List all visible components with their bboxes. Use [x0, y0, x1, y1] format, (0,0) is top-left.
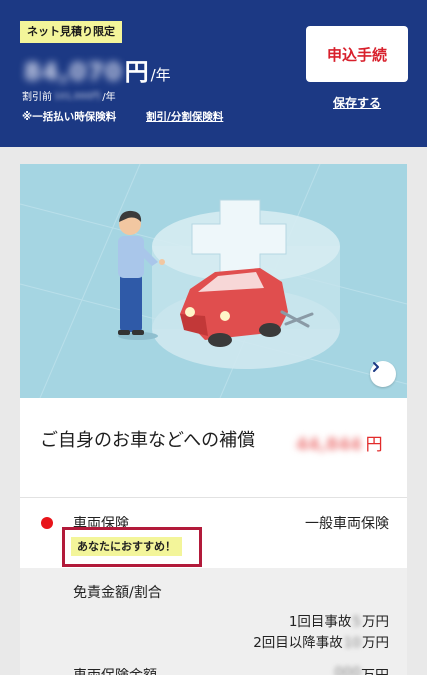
deductible-first-accident: 1回目事故 5 万円 — [289, 610, 389, 630]
apply-button[interactable]: 申込手続 — [306, 26, 408, 82]
coverage-title: ご自身のお車などへの補償 — [40, 430, 256, 451]
insured-amount-label: 車両保険金額 — [73, 665, 157, 675]
recommend-tag: あなたにおすすめ！ — [71, 537, 182, 556]
price-unit: 円 — [124, 58, 149, 86]
split-premium-link[interactable]: 割引/分割保険料 — [146, 109, 223, 124]
pre-discount-price: 割引前 101,000円 /年 — [22, 88, 116, 103]
divider — [20, 497, 407, 498]
price-value-masked: 84,070 — [24, 58, 123, 86]
payment-note: ※一括払い時保険料 — [22, 111, 117, 123]
later-accident-suffix: 万円 — [362, 635, 389, 651]
header-bar: ネット見積り限定 84,070 円 /年 割引前 101,000円 /年 ※一括… — [0, 0, 427, 147]
carousel-next-button[interactable] — [370, 361, 396, 387]
later-accident-amount-masked: 10 — [343, 635, 361, 651]
vehicle-insurance-value: 一般車両保険 — [305, 516, 389, 532]
later-accident-prefix: 2回目以降事故 — [253, 635, 343, 651]
first-accident-amount-masked: 5 — [352, 614, 361, 630]
coverage-price-masked: 44,844 — [296, 435, 362, 455]
save-link[interactable]: 保存する — [306, 94, 408, 111]
insured-amount-suffix: 万円 — [361, 665, 389, 675]
annual-price: 84,070 円 /年 — [24, 52, 171, 87]
hero-illustration — [20, 164, 407, 398]
price-suffix: /年 — [150, 66, 171, 84]
deductible-label: 免責金額/割合 — [73, 585, 162, 601]
net-limited-badge: ネット見積り限定 — [20, 21, 122, 43]
before-value-masked: 101,000円 — [54, 92, 101, 102]
coverage-card: ご自身のお車などへの補償 44,844 円 車両保険 一般車両保険 あなたにおす… — [20, 164, 407, 675]
coverage-price-unit: 円 — [365, 435, 383, 455]
coverage-price: 44,844 円 — [296, 430, 383, 455]
deductible-detail: 免責金額/割合 1回目事故 5 万円 2回目以降事故 10 万円 車両保険金額 … — [20, 568, 407, 675]
insured-amount-masked: 000 — [334, 665, 361, 675]
red-dot-icon — [41, 517, 53, 529]
first-accident-prefix: 1回目事故 — [288, 614, 352, 630]
chevron-right-icon — [373, 362, 379, 372]
insured-amount-value: 000 万円 — [334, 665, 389, 675]
before-suffix: /年 — [102, 92, 116, 103]
deductible-later-accident: 2回目以降事故 10 万円 — [253, 631, 389, 651]
before-label: 割引前 — [22, 92, 52, 103]
car-insurance-illustration — [20, 164, 407, 398]
first-accident-suffix: 万円 — [362, 614, 389, 630]
